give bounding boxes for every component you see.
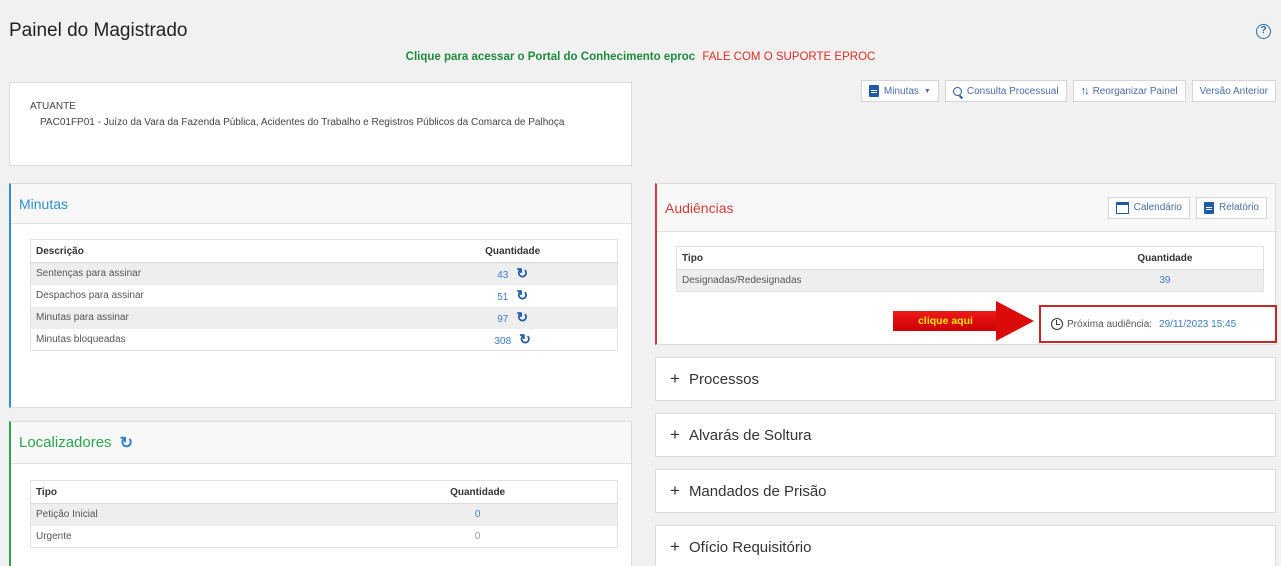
col-tipo: Tipo — [30, 480, 339, 504]
arrow-right-icon — [996, 301, 1034, 341]
col-quantidade: Quantidade — [1066, 246, 1264, 270]
row-qty-link[interactable]: 39 — [1159, 275, 1170, 286]
consulta-processual-button[interactable]: Consulta Processual — [944, 80, 1067, 102]
refresh-icon[interactable]: ↻ — [516, 309, 528, 326]
calendario-label: Calendário — [1133, 202, 1182, 213]
accordion-label: Ofício Requisitório — [688, 538, 812, 556]
arrow-text: clique aqui — [918, 315, 973, 327]
calendario-button[interactable]: Calendário — [1107, 196, 1190, 219]
proxima-audiencia-link[interactable]: 29/11/2023 15:45 — [1159, 319, 1236, 330]
page-title: Painel do Magistrado — [9, 20, 188, 41]
accordion-processos[interactable]: + Processos — [655, 357, 1276, 401]
audiencias-panel-title: Audiências — [665, 199, 734, 216]
accordion-alvaras[interactable]: + Alvarás de Soltura — [655, 413, 1276, 457]
refresh-icon[interactable]: ↻ — [516, 265, 528, 282]
audiencias-table: Tipo Quantidade Designadas/Redesignadas … — [676, 246, 1264, 292]
portal-link[interactable]: Clique para acessar o Portal do Conhecim… — [406, 51, 696, 63]
accordion-mandados[interactable]: + Mandados de Prisão — [655, 469, 1276, 513]
table-row: Designadas/Redesignadas 39 — [676, 269, 1264, 292]
table-row: Minutas para assinar 97 ↻ — [30, 306, 618, 329]
row-qty: 0 — [474, 530, 481, 542]
calendar-icon — [1115, 201, 1129, 214]
row-desc: Despachos para assinar — [36, 290, 144, 301]
table-row: Sentenças para assinar 43 ↻ — [30, 262, 618, 285]
refresh-icon[interactable]: ↻ — [120, 433, 133, 453]
consulta-button-label: Consulta Processual — [966, 85, 1059, 97]
row-qty-link[interactable]: 97 — [497, 314, 508, 325]
row-qty-link[interactable]: 0 — [475, 509, 481, 520]
atuante-box: ATUANTE PAC01FP01 - Juízo da Vara da Faz… — [9, 82, 632, 166]
toolbar: Minutas ▼ Consulta Processual ↑↓ Reorgan… — [860, 80, 1276, 102]
row-qty-link[interactable]: 43 — [497, 270, 508, 281]
relatorio-button[interactable]: Relatório — [1195, 196, 1267, 219]
table-row: Despachos para assinar 51 ↻ — [31, 285, 618, 307]
proxima-audiencia-highlight: Próxima audiência: 29/11/2023 15:45 — [1039, 305, 1277, 343]
reorganizar-button-label: Reorganizar Painel — [1092, 85, 1178, 97]
sort-icon: ↑↓ — [1080, 85, 1090, 97]
minutas-button-label: Minutas — [883, 85, 919, 97]
minutas-dropdown-button[interactable]: Minutas ▼ — [860, 80, 939, 102]
annotation-arrow: clique aqui — [893, 301, 1036, 341]
table-row: Urgente 0 — [31, 526, 618, 548]
minutas-panel-title: Minutas — [11, 184, 631, 224]
plus-icon: + — [670, 537, 680, 556]
portal-banner: Clique para acessar o Portal do Conhecim… — [0, 51, 1281, 63]
col-quantidade: Quantidade — [338, 480, 618, 504]
accordion-label: Processos — [688, 370, 759, 388]
reorganizar-painel-button[interactable]: ↑↓ Reorganizar Painel — [1072, 80, 1186, 102]
document-icon — [1203, 201, 1214, 214]
atuante-label: ATUANTE — [30, 101, 76, 112]
col-quantidade: Quantidade — [408, 239, 618, 263]
row-tipo: Urgente — [36, 530, 72, 542]
row-desc: Sentenças para assinar — [30, 262, 409, 285]
accordion-label: Mandados de Prisão — [688, 482, 827, 500]
refresh-icon[interactable]: ↻ — [516, 287, 528, 304]
col-tipo: Tipo — [676, 246, 1067, 270]
search-icon — [952, 86, 962, 96]
col-descricao: Descrição — [30, 239, 409, 263]
table-row: Petição Inicial 0 — [30, 503, 618, 526]
refresh-icon[interactable]: ↻ — [519, 331, 531, 348]
plus-icon: + — [670, 481, 680, 500]
row-tipo: Petição Inicial — [30, 503, 339, 526]
proxima-audiencia-label: Próxima audiência: — [1067, 318, 1153, 330]
row-desc: Minutas para assinar — [30, 306, 409, 329]
versao-anterior-button[interactable]: Versão Anterior — [1191, 80, 1276, 102]
relatorio-label: Relatório — [1218, 202, 1259, 213]
document-icon — [868, 85, 879, 97]
plus-icon: + — [670, 369, 680, 388]
row-desc: Minutas bloqueadas — [36, 333, 126, 345]
localizadores-panel-header: Localizadores ↻ — [11, 422, 631, 464]
versao-button-label: Versão Anterior — [1199, 85, 1268, 97]
row-qty-link[interactable]: 308 — [494, 336, 511, 347]
atuante-text: PAC01FP01 - Juízo da Vara da Fazenda Púb… — [40, 117, 565, 128]
table-row: Minutas bloqueadas 308 ↻ — [31, 329, 618, 351]
plus-icon: + — [670, 425, 680, 444]
localizadores-table: Tipo Quantidade Petição Inicial 0 Urgent… — [30, 480, 618, 548]
accordion-oficio[interactable]: + Ofício Requisitório — [655, 525, 1276, 566]
help-icon[interactable]: ? — [1256, 24, 1271, 39]
row-qty-link[interactable]: 51 — [497, 292, 508, 303]
localizadores-panel-title: Localizadores — [19, 434, 112, 451]
alarm-clock-icon — [1051, 318, 1063, 330]
caret-down-icon: ▼ — [923, 87, 931, 95]
row-tipo: Designadas/Redesignadas — [676, 269, 1067, 292]
minutas-table: Descrição Quantidade Sentenças para assi… — [30, 239, 618, 351]
accordion-label: Alvarás de Soltura — [688, 426, 812, 444]
localizadores-panel: Localizadores ↻ Tipo Quantidade Petição … — [9, 421, 632, 566]
support-link[interactable]: FALE COM O SUPORTE EPROC — [702, 51, 875, 63]
audiencias-panel-header: Audiências Calendário Relatório — [657, 184, 1275, 232]
minutas-panel: Minutas Descrição Quantidade Sentenças p… — [9, 183, 632, 408]
